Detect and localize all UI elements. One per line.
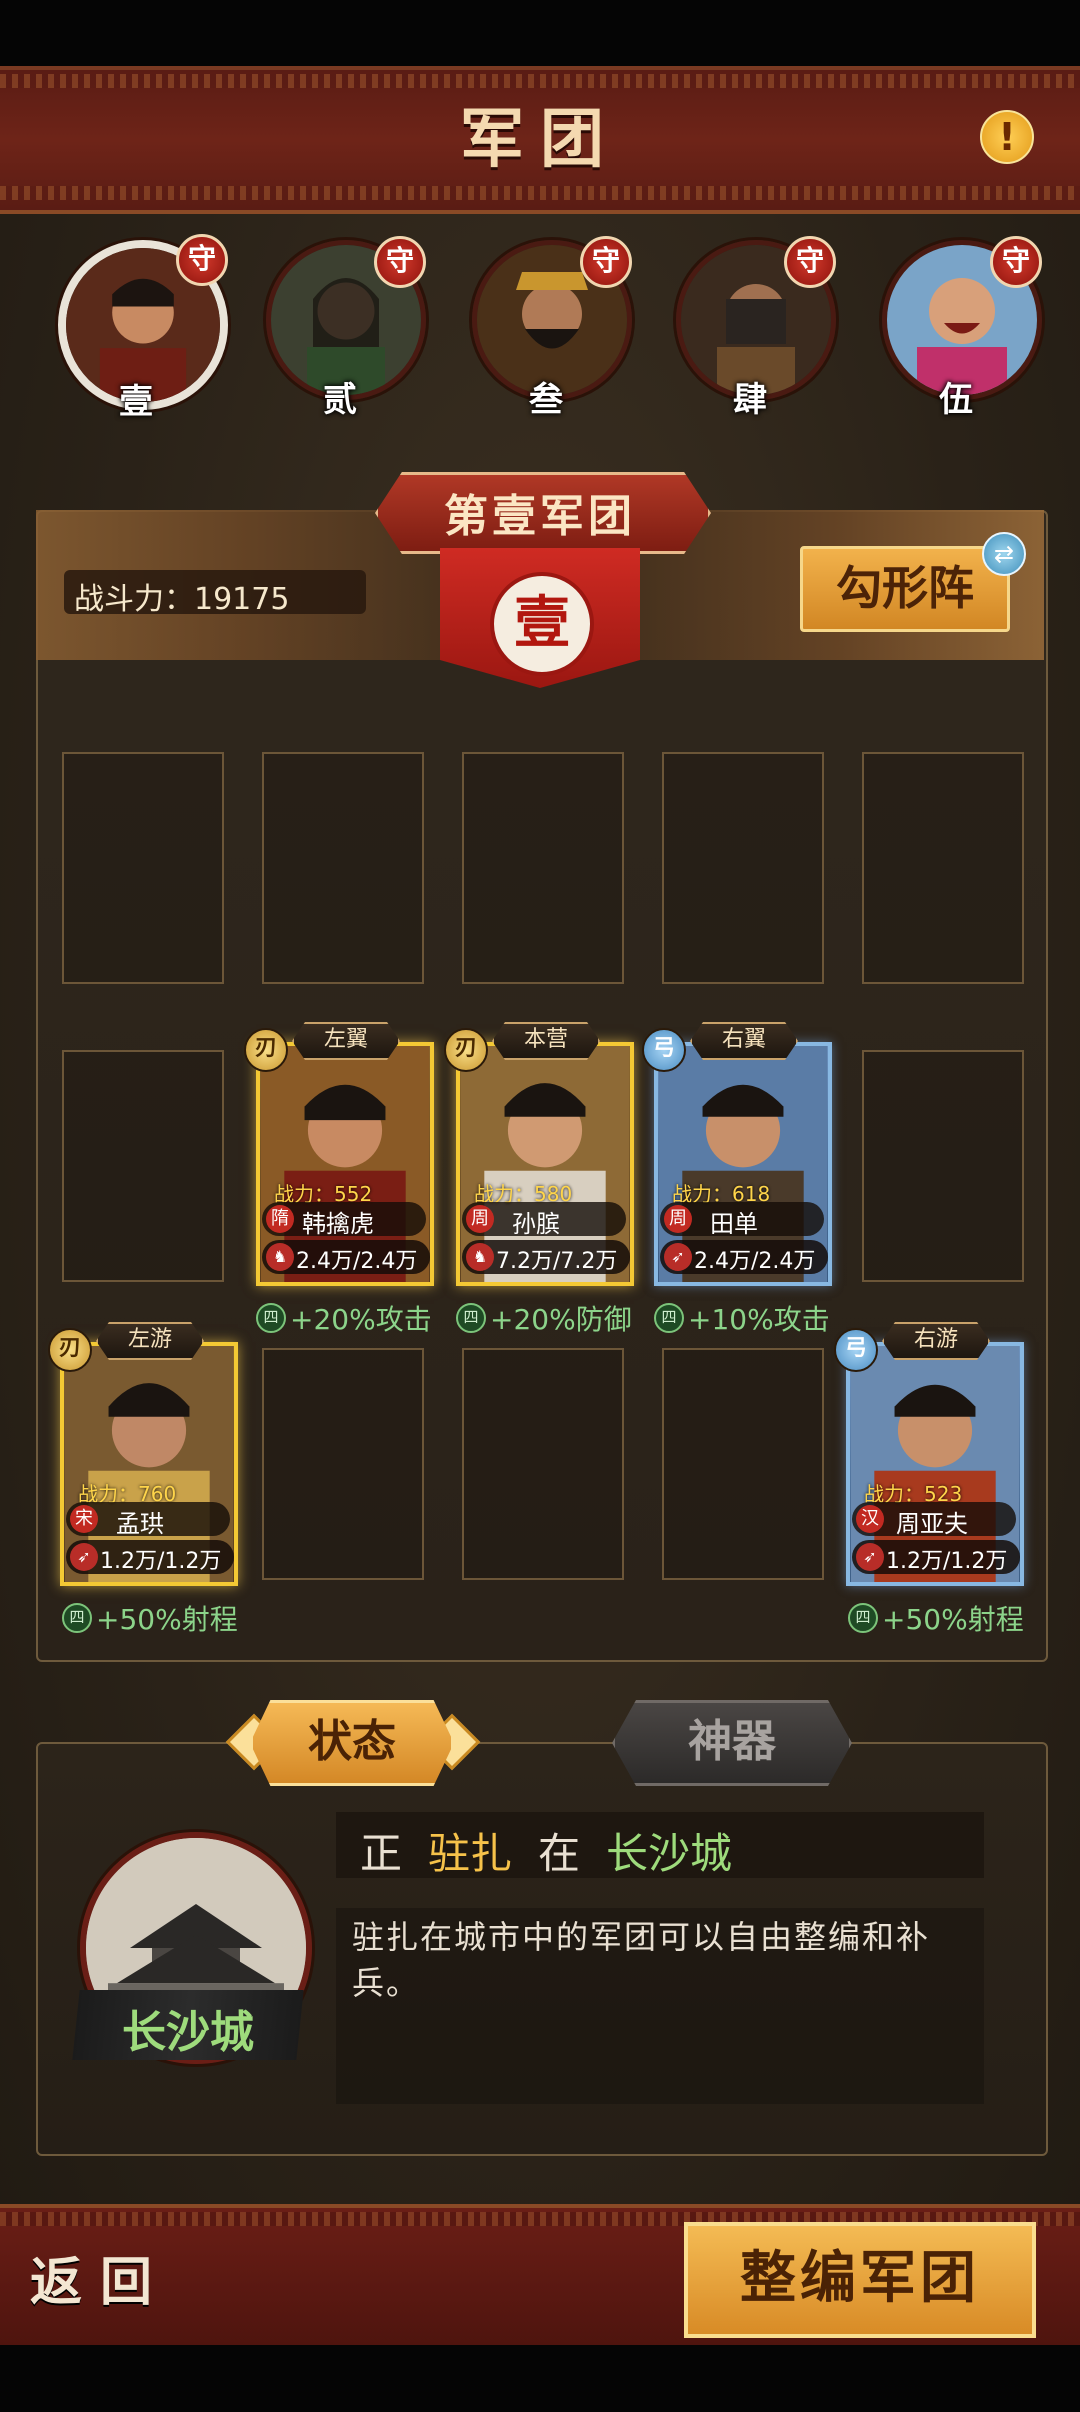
position-tag: 左翼 bbox=[292, 1022, 400, 1060]
legion-tab-5[interactable]: 守 伍 bbox=[882, 236, 1052, 420]
card-name: 孟珙 bbox=[116, 1510, 164, 1538]
formation-slot[interactable] bbox=[462, 752, 624, 984]
troop-type-icon: 刃 bbox=[244, 1028, 288, 1072]
bonus-icon: 四 bbox=[456, 1303, 486, 1333]
dynasty-badge: 宋 bbox=[70, 1505, 98, 1533]
bonus-icon: 四 bbox=[848, 1603, 878, 1633]
bonus-text: +20%防御 bbox=[490, 1303, 632, 1336]
garrison-badge: 守 bbox=[374, 236, 426, 288]
card-troops: 2.4万/2.4万 bbox=[296, 1249, 418, 1274]
troop-type-icon: 弓 bbox=[834, 1328, 878, 1372]
combat-power: 战斗力：19175 bbox=[74, 582, 290, 617]
general-card-right-flank[interactable]: 战力：523 汉 周亚夫 ➶ 1.2万/1.2万 右游 弓 bbox=[834, 1322, 1024, 1592]
city-label: 长沙城 bbox=[122, 2007, 254, 2058]
garrison-badge: 守 bbox=[580, 236, 632, 288]
position-tag: 右游 bbox=[882, 1322, 990, 1360]
status-city: 长沙城 bbox=[606, 1829, 733, 1878]
legion-number: 壹 bbox=[119, 382, 153, 422]
card-name: 周亚夫 bbox=[896, 1510, 968, 1538]
troops-icon: ♞ bbox=[466, 1243, 494, 1271]
legion-title: 第壹军团 bbox=[444, 491, 636, 542]
legion-number: 伍 bbox=[939, 380, 973, 420]
card-name: 田单 bbox=[710, 1210, 758, 1238]
bonus-icon: 四 bbox=[256, 1303, 286, 1333]
formation-slot[interactable] bbox=[662, 1348, 824, 1580]
general-card-left-flank[interactable]: 战力：760 宋 孟珙 ➶ 1.2万/1.2万 左游 刃 bbox=[48, 1322, 238, 1592]
troops-icon: ➶ bbox=[70, 1543, 98, 1571]
back-button[interactable]: 返回 bbox=[30, 2240, 190, 2313]
navigation-bar bbox=[0, 2345, 1080, 2412]
legion-tab-3[interactable]: 守 叁 bbox=[472, 236, 642, 420]
header-pattern-bottom bbox=[0, 186, 1080, 200]
header-pattern-top bbox=[0, 74, 1080, 88]
dynasty-badge: 周 bbox=[664, 1205, 692, 1233]
formation-slot[interactable] bbox=[62, 752, 224, 984]
troop-type-icon: 刃 bbox=[48, 1328, 92, 1372]
formation-slot[interactable] bbox=[62, 1050, 224, 1282]
troops-icon: ➶ bbox=[664, 1243, 692, 1271]
status-prefix: 正 bbox=[360, 1829, 403, 1878]
garrison-badge: 守 bbox=[990, 236, 1042, 288]
status-description: 驻扎在城市中的军团可以自由整编和补兵。 bbox=[352, 1918, 931, 2002]
card-troops: 1.2万/1.2万 bbox=[100, 1549, 222, 1574]
bonus-icon: 四 bbox=[62, 1603, 92, 1633]
legion-tab-4[interactable]: 守 肆 bbox=[676, 236, 846, 420]
status-bar-top bbox=[0, 0, 1080, 66]
swap-icon[interactable]: ⇄ bbox=[982, 532, 1026, 576]
dynasty-badge: 隋 bbox=[266, 1205, 294, 1233]
dynasty-badge: 汉 bbox=[856, 1505, 884, 1533]
garrison-badge: 守 bbox=[784, 236, 836, 288]
position-tag: 右翼 bbox=[690, 1022, 798, 1060]
tab-artifact[interactable]: 神器 bbox=[612, 1700, 852, 1786]
bonus-text: +50%射程 bbox=[96, 1603, 238, 1636]
card-troops: 2.4万/2.4万 bbox=[694, 1249, 816, 1274]
reorganize-button[interactable]: 整编军团 bbox=[684, 2222, 1036, 2338]
bonus-text: +10%攻击 bbox=[688, 1303, 830, 1336]
formation-slot[interactable] bbox=[262, 752, 424, 984]
tab-status[interactable]: 状态 bbox=[250, 1700, 454, 1786]
card-troops: 1.2万/1.2万 bbox=[886, 1549, 1008, 1574]
legion-number: 肆 bbox=[733, 380, 767, 420]
card-name: 韩擒虎 bbox=[302, 1210, 374, 1238]
legion-seal-icon: 壹 bbox=[490, 572, 594, 676]
formation-slot[interactable] bbox=[662, 752, 824, 984]
bonus-text: +20%攻击 bbox=[290, 1303, 432, 1336]
troops-icon: ➶ bbox=[856, 1543, 884, 1571]
general-card-right-wing[interactable]: 战力：618 周 田单 ➶ 2.4万/2.4万 右翼 弓 bbox=[642, 1022, 832, 1292]
legion-tab-1[interactable]: 守 壹 bbox=[58, 234, 228, 422]
dynasty-badge: 周 bbox=[466, 1205, 494, 1233]
status-line: 正驻扎在长沙城 bbox=[360, 1820, 732, 1881]
formation-button[interactable]: 勾形阵 bbox=[800, 546, 1010, 632]
garrison-badge: 守 bbox=[176, 234, 228, 286]
formation-slot[interactable] bbox=[262, 1348, 424, 1580]
troops-icon: ♞ bbox=[266, 1243, 294, 1271]
general-card-left-wing[interactable]: 战力：552 隋 韩擒虎 ♞ 2.4万/2.4万 左翼 刃 bbox=[244, 1022, 434, 1292]
status-action: 驻扎 bbox=[428, 1829, 513, 1878]
general-card-center[interactable]: 战力：580 周 孙膑 ♞ 7.2万/7.2万 本营 刃 bbox=[444, 1022, 634, 1292]
formation-slot[interactable] bbox=[862, 752, 1024, 984]
card-name: 孙膑 bbox=[512, 1210, 560, 1238]
position-tag: 本营 bbox=[492, 1022, 600, 1060]
bonus-icon: 四 bbox=[654, 1303, 684, 1333]
formation-slot[interactable] bbox=[862, 1050, 1024, 1282]
legion-tab-2[interactable]: 守 贰 bbox=[266, 236, 436, 420]
legion-number: 叁 bbox=[529, 380, 563, 420]
position-tag: 左游 bbox=[96, 1322, 204, 1360]
troop-type-icon: 弓 bbox=[642, 1028, 686, 1072]
bonus-text: +50%射程 bbox=[882, 1603, 1024, 1636]
page-title: 军团 bbox=[460, 102, 620, 177]
info-icon[interactable]: ! bbox=[980, 110, 1034, 164]
troop-type-icon: 刃 bbox=[444, 1028, 488, 1072]
card-troops: 7.2万/7.2万 bbox=[496, 1249, 618, 1274]
legion-number: 贰 bbox=[323, 380, 357, 420]
formation-slot[interactable] bbox=[462, 1348, 624, 1580]
status-in: 在 bbox=[538, 1829, 581, 1878]
